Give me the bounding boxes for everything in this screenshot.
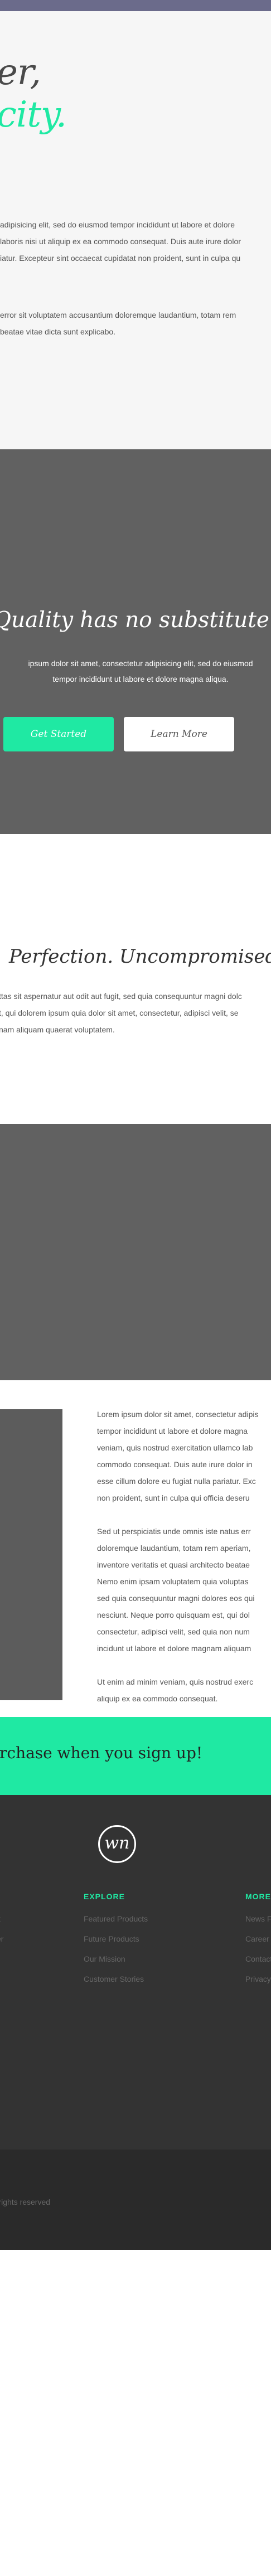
hero-paragraph-2-line: beatae vitae dicta sunt explicabo. bbox=[0, 327, 116, 336]
feature-line: commodo consequat. Duis aute irure dolor… bbox=[97, 1460, 253, 1469]
footer-column-left: k er bbox=[0, 1890, 3, 1949]
feature-line: veniam, quis nostrud exercitation ullamc… bbox=[97, 1443, 253, 1452]
footer-column-more: MORE News Fe Career Contact Privacy P bbox=[245, 1890, 271, 1989]
feature-text: Lorem ipsum dolor sit amet, consectetur … bbox=[97, 1406, 271, 1717]
quality-text: ipsum dolor sit amet, consectetur adipis… bbox=[7, 656, 271, 687]
hero-title-line1: er, bbox=[0, 52, 41, 93]
hero-paragraph-1-line: iatur. Excepteur sint occaecat cupidatat… bbox=[0, 254, 241, 263]
footer-link-contact[interactable]: Contact bbox=[245, 1949, 271, 1969]
hero-title-line2: city. bbox=[0, 94, 67, 135]
perfection-title: Perfection. Uncompromised. bbox=[9, 945, 271, 968]
perfection-text-line: ttas sit aspernatur aut odit aut fugit, … bbox=[0, 992, 242, 1001]
feature-paragraph-3: Ut enim ad minim veniam, quis nostrud ex… bbox=[97, 1673, 271, 1707]
quality-title: Quality has no substitute. bbox=[0, 608, 271, 633]
feature-line: incidunt ut labore et dolore magnam aliq… bbox=[97, 1644, 251, 1653]
feature-paragraph-2: Sed ut perspiciatis unde omnis iste natu… bbox=[97, 1523, 271, 1657]
learn-more-button[interactable]: Learn More bbox=[124, 717, 234, 751]
perfection-text-line: t, qui dolorem ipsum quia dolor sit amet… bbox=[0, 1008, 239, 1017]
footer-link[interactable]: er bbox=[0, 1929, 3, 1949]
footer-link-future-products[interactable]: Future Products bbox=[84, 1929, 148, 1949]
perfection-section: Perfection. Uncompromised. ttas sit aspe… bbox=[0, 834, 271, 1124]
quality-text-line: ipsum dolor sit amet, consectetur adipis… bbox=[28, 659, 253, 668]
hero-title: er, city. bbox=[0, 51, 67, 136]
feature-line: Sed ut perspiciatis unde omnis iste natu… bbox=[97, 1527, 251, 1536]
promo-text: rchase when you sign up! bbox=[0, 1744, 203, 1762]
top-bar bbox=[0, 0, 271, 11]
footer-link-customer-stories[interactable]: Customer Stories bbox=[84, 1969, 148, 1989]
feature-paragraph-1: Lorem ipsum dolor sit amet, consectetur … bbox=[97, 1406, 271, 1506]
feature-line: aliquip ex ea commodo consequat. bbox=[97, 1694, 218, 1703]
hero-paragraph-1-line: adipisicing elit, sed do eiusmod tempor … bbox=[0, 220, 235, 229]
perfection-text: ttas sit aspernatur aut odit aut fugit, … bbox=[0, 988, 242, 1038]
quality-section: Quality has no substitute. ipsum dolor s… bbox=[0, 449, 271, 834]
feature-line: esse cillum dolore eu fugiat nulla paria… bbox=[97, 1477, 256, 1486]
feature-line: nesciunt. Neque porro quisquam est, qui … bbox=[97, 1610, 250, 1619]
feature-line: consectetur, adipisci velit, sed quia no… bbox=[97, 1627, 250, 1636]
footer-heading-explore: EXPLORE bbox=[84, 1892, 125, 1901]
copyright-text: All rights reserved bbox=[0, 2197, 51, 2206]
hero-paragraph-1: adipisicing elit, sed do eiusmod tempor … bbox=[0, 216, 241, 266]
feature-line: Lorem ipsum dolor sit amet, consectetur … bbox=[97, 1410, 259, 1419]
feature-line: Nemo enim ipsam voluptatem quia voluptas bbox=[97, 1577, 249, 1586]
footer-column-explore: EXPLORE Featured Products Future Product… bbox=[84, 1890, 148, 1989]
footer: wn k er EXPLORE Featured Products Future… bbox=[0, 1795, 271, 2150]
copyright-bar: All rights reserved bbox=[0, 2150, 271, 2250]
hero-section: er, city. adipisicing elit, sed do eiusm… bbox=[0, 11, 271, 449]
feature-line: doloremque laudantium, totam rem aperiam… bbox=[97, 1544, 251, 1553]
page-bottom-blank bbox=[0, 2250, 271, 2576]
hero-paragraph-2-line: error sit voluptatem accusantium dolorem… bbox=[0, 311, 236, 319]
footer-link-privacy[interactable]: Privacy P bbox=[245, 1969, 271, 1989]
feature-line: tempor incididunt ut labore et dolore ma… bbox=[97, 1427, 248, 1435]
get-started-button[interactable]: Get Started bbox=[3, 717, 114, 751]
hero-paragraph-2: error sit voluptatem accusantium dolorem… bbox=[0, 307, 236, 340]
hero-paragraph-1-line: laboris nisi ut aliquip ex ea commodo co… bbox=[0, 237, 241, 246]
feature-image-placeholder bbox=[0, 1409, 62, 1700]
image-placeholder-wide bbox=[0, 1124, 271, 1380]
brand-logo[interactable]: wn bbox=[98, 1825, 136, 1863]
feature-section: Lorem ipsum dolor sit amet, consectetur … bbox=[0, 1380, 271, 1717]
feature-line: sed quia consequuntur magni dolores eos … bbox=[97, 1594, 255, 1603]
perfection-text-line: nam aliquam quaerat voluptatem. bbox=[0, 1025, 115, 1034]
footer-link[interactable]: k bbox=[0, 1909, 3, 1929]
footer-link-featured-products[interactable]: Featured Products bbox=[84, 1909, 148, 1929]
feature-line: Ut enim ad minim veniam, quis nostrud ex… bbox=[97, 1677, 254, 1686]
feature-line: non proident, sunt in culpa qui officia … bbox=[97, 1493, 250, 1502]
footer-link-news[interactable]: News Fe bbox=[245, 1909, 271, 1929]
promo-banner: rchase when you sign up! bbox=[0, 1717, 271, 1795]
feature-line: inventore veritatis et quasi architecto … bbox=[97, 1560, 250, 1569]
footer-heading-more: MORE bbox=[245, 1892, 271, 1901]
quality-text-line: tempor incididunt ut labore et dolore ma… bbox=[52, 675, 229, 683]
footer-link-careers[interactable]: Career bbox=[245, 1929, 271, 1949]
footer-link-our-mission[interactable]: Our Mission bbox=[84, 1949, 148, 1969]
